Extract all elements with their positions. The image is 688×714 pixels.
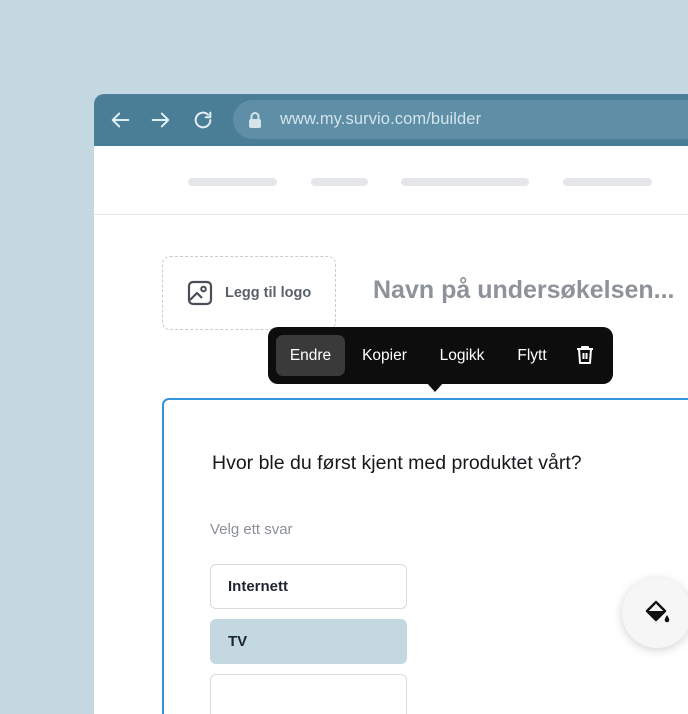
browser-toolbar: www.my.survio.com/builder: [94, 94, 688, 146]
copy-button[interactable]: Kopier: [351, 335, 418, 376]
lock-icon: [249, 112, 261, 128]
answer-hint: Velg ett svar: [210, 521, 293, 538]
answer-option-selected[interactable]: TV: [210, 619, 407, 664]
theme-button[interactable]: [622, 578, 688, 648]
menu-placeholder: [311, 178, 368, 186]
menu-placeholder: [563, 178, 652, 186]
survey-title[interactable]: Navn på undersøkelsen...: [373, 276, 675, 305]
address-bar[interactable]: www.my.survio.com/builder: [233, 100, 688, 139]
forward-arrow-icon[interactable]: [148, 108, 172, 132]
back-arrow-icon[interactable]: [109, 108, 133, 132]
move-button[interactable]: Flytt: [505, 335, 559, 376]
logic-button[interactable]: Logikk: [428, 335, 496, 376]
trash-icon[interactable]: [574, 344, 596, 366]
image-icon: [187, 280, 213, 306]
reload-icon[interactable]: [191, 108, 215, 132]
edit-button[interactable]: Endre: [276, 335, 345, 376]
menu-placeholder: [401, 178, 529, 186]
add-logo-button[interactable]: Legg til logo: [162, 256, 336, 330]
add-logo-label: Legg til logo: [225, 285, 312, 301]
menu-placeholder: [188, 178, 277, 186]
builder-menu-bar: [94, 146, 688, 215]
url-text: www.my.survio.com/builder: [280, 110, 482, 128]
paint-bucket-icon: [645, 600, 670, 623]
browser-window: www.my.survio.com/builder Legg til logo …: [94, 94, 688, 714]
question-toolbar: Endre Kopier Logikk Flytt: [268, 327, 613, 392]
answer-option[interactable]: [210, 674, 407, 714]
answer-option[interactable]: Internett: [210, 564, 407, 609]
question-card[interactable]: Hvor ble du først kjent med produktet vå…: [162, 398, 688, 714]
question-text[interactable]: Hvor ble du først kjent med produktet vå…: [212, 452, 582, 475]
